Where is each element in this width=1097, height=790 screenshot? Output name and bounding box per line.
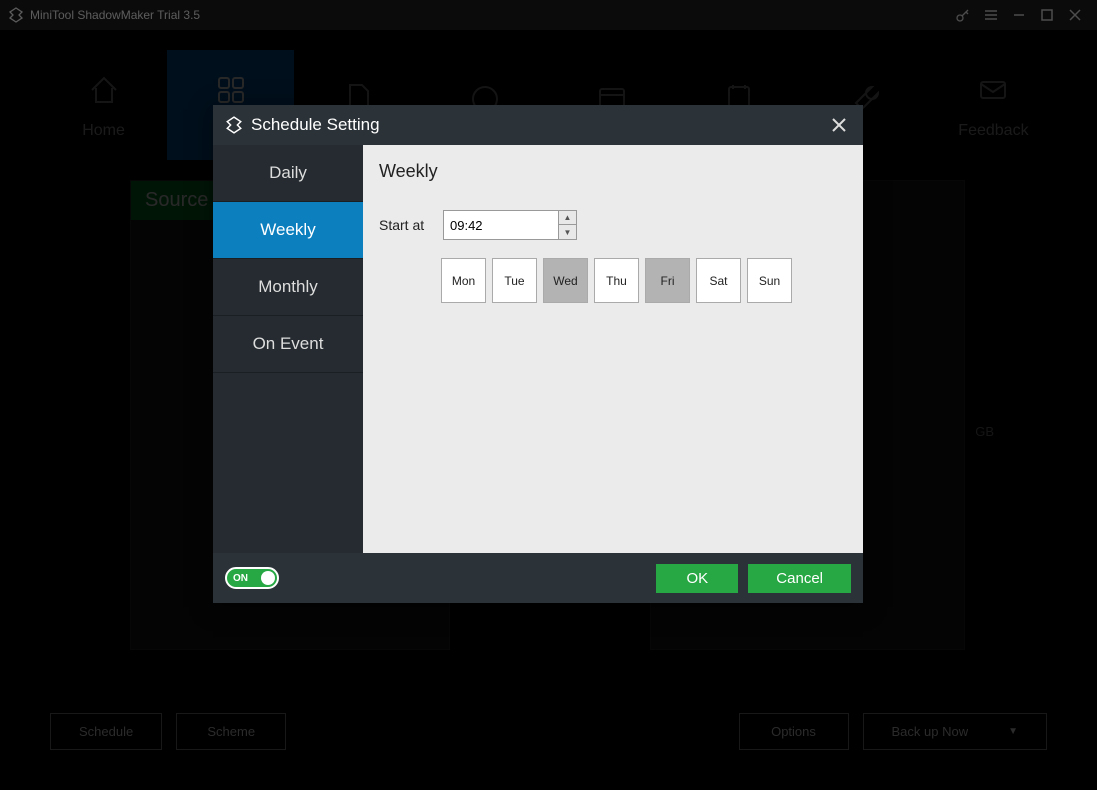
tab-on-event[interactable]: On Event — [213, 316, 363, 373]
toggle-label: ON — [233, 573, 248, 584]
time-spinner-up[interactable]: ▲ — [559, 211, 576, 225]
days-row: Mon Tue Wed Thu Fri Sat Sun — [441, 258, 847, 303]
tab-daily[interactable]: Daily — [213, 145, 363, 202]
schedule-dialog: Schedule Setting Daily Weekly Monthly On… — [213, 105, 863, 603]
cancel-button[interactable]: Cancel — [748, 564, 851, 593]
schedule-toggle[interactable]: ON — [225, 567, 279, 589]
day-thu[interactable]: Thu — [594, 258, 639, 303]
panel-title: Weekly — [379, 161, 847, 182]
dialog-header: Schedule Setting — [213, 105, 863, 145]
time-spinner-down[interactable]: ▼ — [559, 225, 576, 239]
dialog-footer: ON OK Cancel — [213, 553, 863, 603]
start-at-label: Start at — [379, 217, 435, 233]
day-tue[interactable]: Tue — [492, 258, 537, 303]
day-wed[interactable]: Wed — [543, 258, 588, 303]
dialog-sidebar: Daily Weekly Monthly On Event — [213, 145, 363, 553]
day-sat[interactable]: Sat — [696, 258, 741, 303]
dialog-title: Schedule Setting — [251, 115, 380, 135]
dialog-logo-icon — [225, 116, 243, 134]
time-field[interactable] — [443, 210, 558, 240]
dialog-main: Weekly Start at ▲ ▼ Mon Tue Wed Thu Fri … — [363, 145, 863, 553]
ok-button[interactable]: OK — [656, 564, 738, 593]
day-sun[interactable]: Sun — [747, 258, 792, 303]
tab-monthly[interactable]: Monthly — [213, 259, 363, 316]
time-input-group: ▲ ▼ — [443, 210, 577, 240]
dialog-close-button[interactable] — [827, 113, 851, 137]
day-fri[interactable]: Fri — [645, 258, 690, 303]
toggle-knob — [261, 571, 275, 585]
day-mon[interactable]: Mon — [441, 258, 486, 303]
tab-weekly[interactable]: Weekly — [213, 202, 363, 259]
